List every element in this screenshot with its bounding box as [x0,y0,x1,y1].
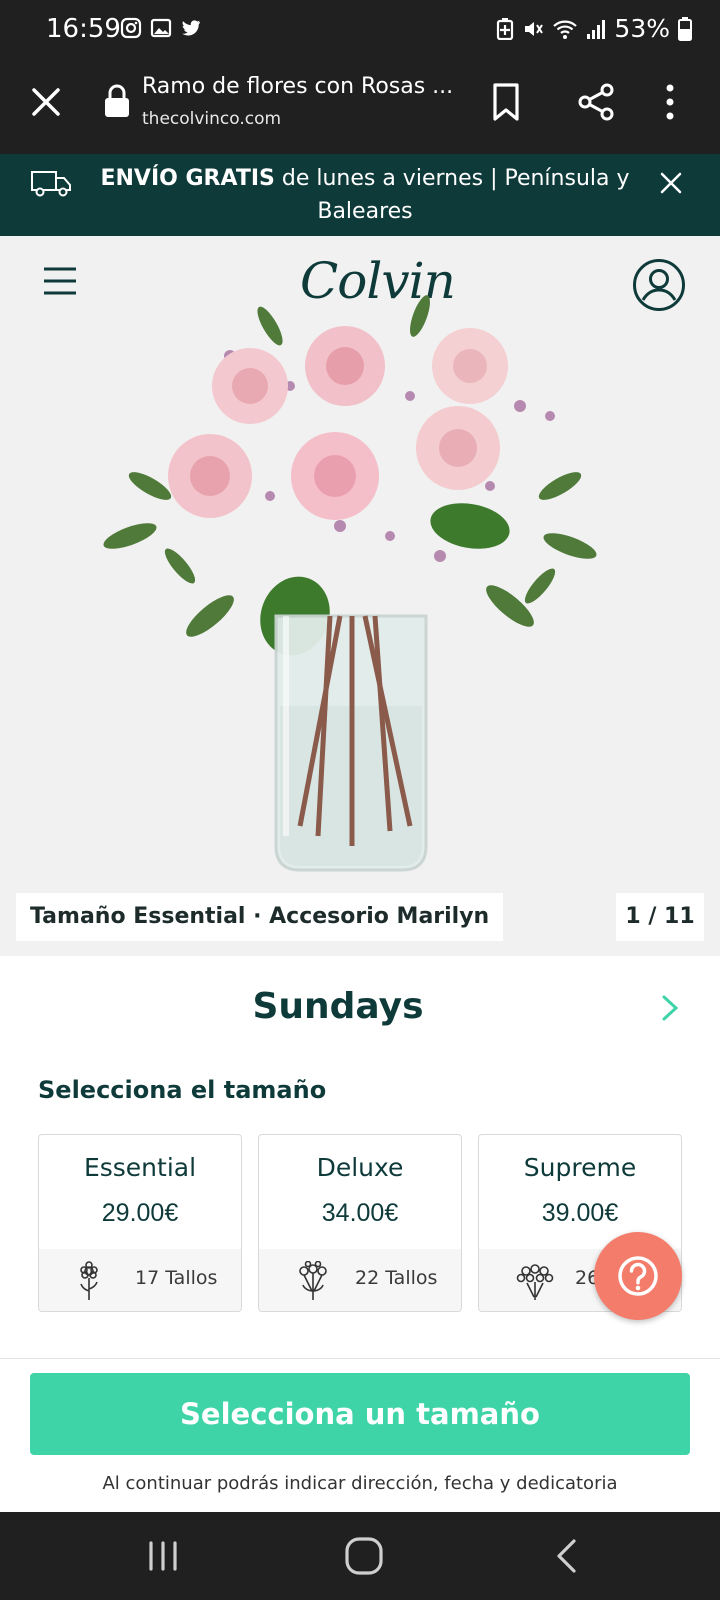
more-options-icon[interactable] [662,82,678,122]
banner-bold: ENVÍO GRATIS [100,166,275,191]
close-banner-icon[interactable] [656,168,686,198]
account-icon[interactable] [632,258,686,312]
status-bar: 16:59 53% [0,0,720,62]
gallery-icon [150,18,172,38]
battery-percent: 53% [614,14,670,43]
shipping-banner: ENVÍO GRATIS de lunes a viernes | Peníns… [0,154,720,236]
instagram-icon [120,17,142,39]
signal-icon [587,19,606,39]
help-button[interactable] [594,1232,682,1320]
banner-detail: de lunes a viernes | Península y Baleare… [274,166,630,224]
size-price: 34.00€ [321,1199,399,1227]
chevron-right-icon[interactable] [660,994,680,1022]
wifi-icon [553,20,578,39]
page-title[interactable]: Ramo de flores con Rosas ... [142,74,453,99]
size-price: 39.00€ [541,1199,619,1227]
question-mark-icon [618,1256,658,1296]
checkout-bar: Selecciona un tamaño Al continuar podrás… [0,1358,720,1512]
back-icon[interactable] [554,1538,578,1574]
home-icon[interactable] [344,1536,384,1576]
bookmark-icon[interactable] [488,82,524,122]
browser-toolbar: Ramo de flores con Rosas ... thecolvinco… [0,62,720,154]
product-title: Sundays [252,986,424,1027]
close-tab-icon[interactable] [28,84,64,120]
single-flower-icon [80,1261,98,1300]
size-name: Deluxe [316,1153,404,1182]
battery-saver-icon [497,17,514,40]
hamburger-menu-icon[interactable] [42,266,78,296]
banner-message: ENVÍO GRATIS de lunes a viernes | Peníns… [100,162,630,228]
notification-icons [120,17,202,39]
mute-icon [525,21,544,36]
size-stems-row: 22 Tallos [259,1249,461,1311]
size-heading: Selecciona el tamaño [38,1076,327,1104]
size-stems: 17 Tallos [135,1267,218,1289]
bouquet-image [103,295,597,872]
size-stems: 22 Tallos [355,1267,438,1289]
status-time: 16:59 [46,14,121,44]
gallery-caption: Tamaño Essential · Accesorio Marilyn [16,893,504,941]
product-gallery[interactable]: Colvin Tamaño Essential · Accesorio Mari… [0,236,720,956]
gallery-counter: 1 / 11 [616,893,704,941]
system-navigation-bar [0,1512,720,1600]
lock-icon [105,84,129,117]
size-price: 29.00€ [101,1199,179,1227]
size-option-deluxe[interactable]: Deluxe 34.00€ 22 Tallos [258,1134,462,1312]
recent-apps-icon[interactable] [146,1540,180,1572]
size-stems-row: 17 Tallos [39,1249,241,1311]
page-domain[interactable]: thecolvinco.com [142,109,281,129]
twitter-icon [182,20,201,36]
triple-flower-icon [299,1261,327,1300]
share-icon[interactable] [576,82,616,122]
size-name: Supreme [523,1153,637,1182]
system-icons: 53% [496,14,692,43]
battery-icon [678,16,692,41]
truck-icon [31,171,71,197]
cta-note: Al continuar podrás indicar dirección, f… [102,1473,618,1494]
bouquet-flower-icon [516,1264,554,1300]
select-size-button[interactable]: Selecciona un tamaño [30,1373,690,1455]
size-name: Essential [83,1153,197,1182]
size-option-essential[interactable]: Essential 29.00€ 17 Tallos [38,1134,242,1312]
